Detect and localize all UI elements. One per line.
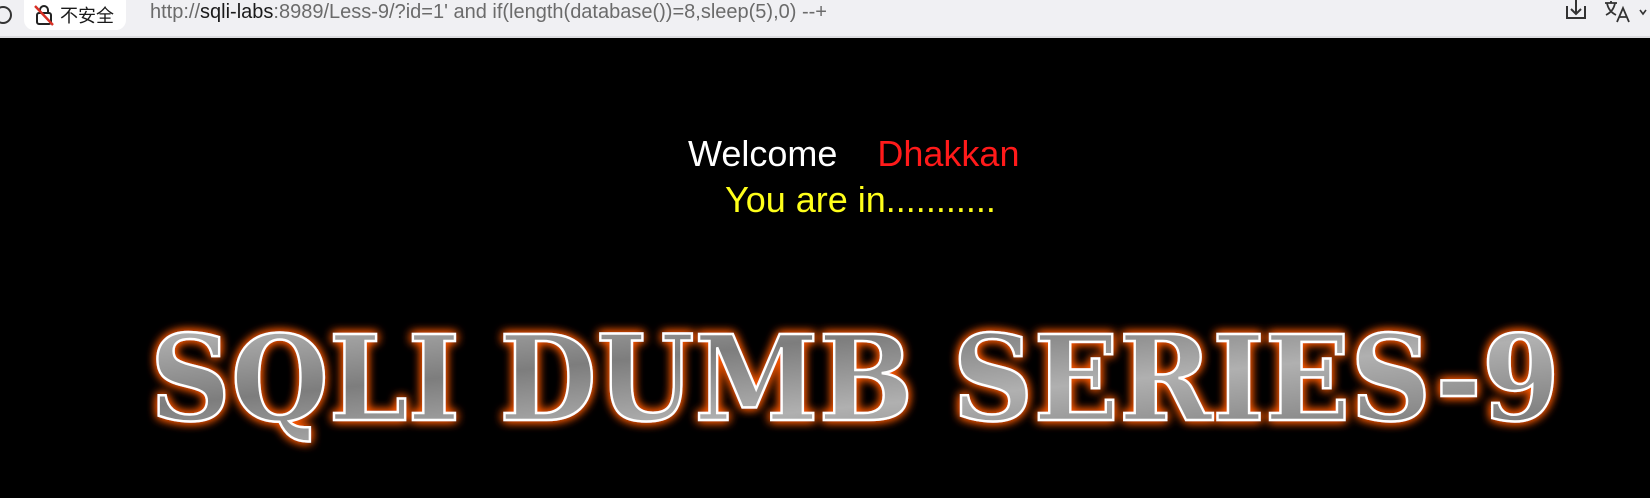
download-icon[interactable]	[1564, 0, 1588, 22]
browser-toolbar: 不安全 http://sqli-labs:8989/Less-9/?id=1' …	[0, 0, 1650, 38]
url-path: :8989/Less-9/?id=1' and if(length(databa…	[273, 1, 827, 23]
reload-icon[interactable]	[0, 6, 12, 24]
banner-text: SQLI DUMB SERIES-9	[150, 309, 1560, 448]
security-indicator[interactable]: 不安全	[24, 0, 126, 30]
welcome-line: Welcome Dhakkan	[688, 134, 1019, 174]
banner-image: SQLI DUMB SERIES-9	[149, 308, 1562, 449]
translate-icon[interactable]	[1604, 0, 1632, 24]
not-secure-lock-icon	[34, 5, 54, 26]
chevron-down-icon[interactable]	[1639, 8, 1647, 16]
status-message: You are in...........	[725, 179, 996, 220]
user-name: Dhakkan	[877, 133, 1020, 174]
url-scheme: http://	[150, 1, 201, 23]
url-host: sqli-labs	[200, 1, 274, 23]
security-label: 不安全	[60, 6, 114, 27]
address-bar[interactable]: http://sqli-labs:8989/Less-9/?id=1' and …	[150, 0, 827, 24]
welcome-text: Welcome	[688, 133, 838, 174]
page-content: Welcome Dhakkan You are in........... SQL…	[0, 38, 1650, 496]
